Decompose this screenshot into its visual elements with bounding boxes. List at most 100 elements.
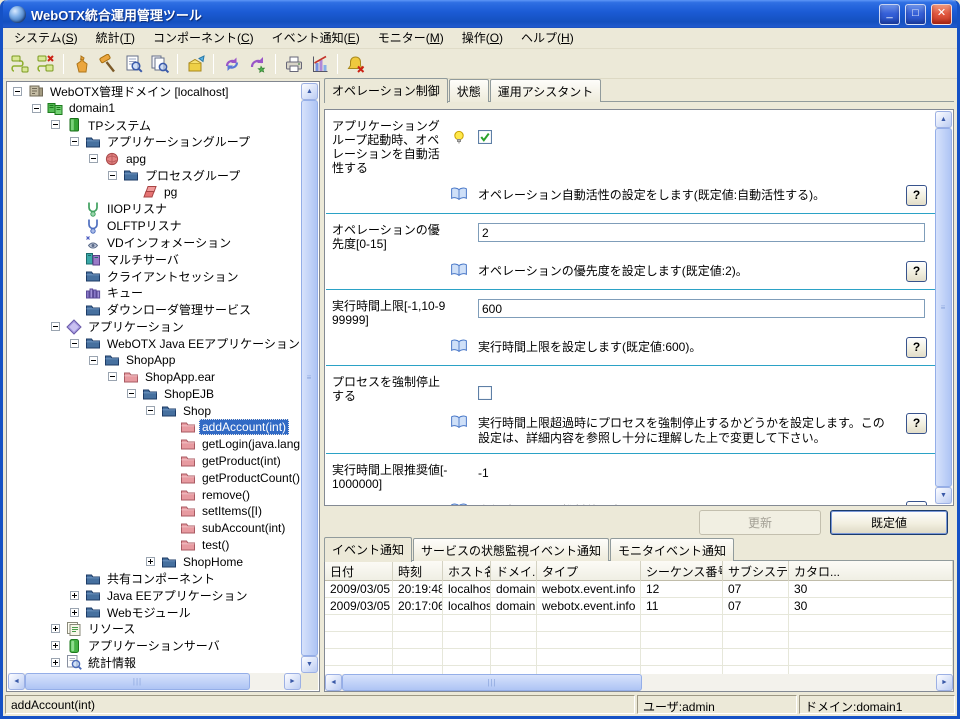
column-header[interactable]: サブシステ... (723, 561, 789, 581)
expand-icon[interactable] (51, 624, 60, 633)
collapse-icon[interactable] (146, 406, 155, 415)
menu-item-o[interactable]: 操作(O) (453, 27, 512, 49)
tree-hscroll-thumb[interactable]: ||| (25, 673, 250, 690)
tree-node-label[interactable]: domain1 (66, 100, 118, 116)
event-row[interactable]: 2009/03/0520:19:48localhostdomain1webotx… (325, 581, 953, 598)
tree-node-label[interactable]: subAccount(int) (199, 520, 288, 536)
tree-node-label[interactable]: ShopApp.ear (142, 369, 218, 385)
scroll-right-icon[interactable]: ► (284, 673, 301, 690)
tree-node[interactable]: VDインフォメーション (8, 234, 301, 251)
tree-vscroll-thumb[interactable]: ≡ (301, 100, 318, 656)
collapse-icon[interactable] (13, 87, 22, 96)
tree-node[interactable]: プロセスグループ (8, 167, 301, 184)
tree-node[interactable]: getProductCount() (8, 469, 301, 486)
help-button[interactable]: ? (906, 501, 927, 505)
tree-node-label[interactable]: 統計情報 (85, 653, 139, 672)
menu-item-s[interactable]: システム(S) (5, 27, 87, 49)
scroll-down-icon[interactable]: ▼ (935, 487, 952, 504)
collapse-icon[interactable] (108, 372, 117, 381)
collapse-icon[interactable] (51, 120, 60, 129)
tree-node-label[interactable]: ShopEJB (161, 386, 217, 402)
tree-node[interactable]: WebOTX Java EEアプリケーション (8, 335, 301, 352)
tree-node[interactable]: ダウンローダ管理サービス (8, 301, 301, 318)
tree-node-label[interactable]: ShopApp (123, 352, 178, 368)
printer-button[interactable] (281, 51, 306, 76)
tree-node[interactable]: getProduct(int) (8, 453, 301, 470)
tree-node[interactable]: remove() (8, 486, 301, 503)
tree-node[interactable]: 統計情報 (8, 654, 301, 671)
tree-node[interactable]: WebOTX管理ドメイン [localhost] (8, 83, 301, 100)
tree-node[interactable]: 共有コンポーネント (8, 570, 301, 587)
field-input[interactable] (478, 223, 925, 242)
deploy-button[interactable] (69, 51, 94, 76)
collapse-icon[interactable] (89, 356, 98, 365)
tree-node[interactable]: ShopHome (8, 553, 301, 570)
expand-icon[interactable] (51, 641, 60, 650)
form-vertical-scrollbar[interactable]: ▲ ≡ ▼ (935, 111, 952, 504)
event-tab-1[interactable]: サービスの状態監視イベント通知 (413, 538, 609, 561)
tree-node[interactable]: pg (8, 184, 301, 201)
tree-node[interactable]: キュー (8, 285, 301, 302)
maximize-button[interactable]: □ (905, 4, 926, 25)
tree-node[interactable]: マルチサーバ (8, 251, 301, 268)
refresh-new-button[interactable] (245, 51, 270, 76)
tree-node-label[interactable]: addAccount(int) (199, 419, 289, 435)
detail-tab-1[interactable]: 状態 (449, 79, 489, 102)
tree-node-label[interactable]: プロセスグループ (142, 166, 243, 185)
column-header[interactable]: タイプ (537, 561, 641, 581)
scroll-left-icon[interactable]: ◄ (325, 674, 342, 691)
collapse-icon[interactable] (51, 322, 60, 331)
menu-item-h[interactable]: ヘルプ(H) (512, 27, 583, 49)
menu-item-t[interactable]: 統計(T) (87, 27, 144, 49)
tree-node[interactable]: アプリケーション (8, 318, 301, 335)
column-header[interactable]: 時刻 (393, 561, 443, 581)
tree-node[interactable]: リソース (8, 621, 301, 638)
tree-horizontal-scrollbar[interactable]: ◄ ||| ► (8, 673, 301, 690)
collapse-icon[interactable] (127, 389, 136, 398)
help-button[interactable]: ? (906, 185, 927, 206)
menu-item-e[interactable]: イベント通知(E) (263, 27, 369, 49)
tree-node[interactable]: addAccount(int) (8, 419, 301, 436)
refresh-button[interactable] (219, 51, 244, 76)
tree-node[interactable]: アプリケーショングループ (8, 133, 301, 150)
tree-node[interactable]: TPシステム (8, 117, 301, 134)
tree-node-label[interactable]: Shop (180, 403, 214, 419)
connect-button[interactable] (7, 51, 32, 76)
column-header[interactable]: 日付 (325, 561, 393, 581)
column-header[interactable]: カタロ... (789, 561, 953, 581)
tree-node[interactable]: ShopApp.ear (8, 369, 301, 386)
expand-icon[interactable] (146, 557, 155, 566)
scroll-down-icon[interactable]: ▼ (301, 656, 318, 673)
tree-node-label[interactable]: ShopHome (180, 554, 246, 570)
event-row[interactable]: 2009/03/0520:17:06localhostdomain1webotx… (325, 598, 953, 615)
event-tab-2[interactable]: モニタイベント通知 (610, 538, 734, 561)
expand-icon[interactable] (51, 658, 60, 667)
help-button[interactable]: ? (906, 413, 927, 434)
tree-node[interactable]: Webモジュール (8, 604, 301, 621)
tree-node-label[interactable]: WebOTX Java EEアプリケーション (104, 334, 301, 353)
menu-item-m[interactable]: モニター(M) (369, 27, 453, 49)
tree-node[interactable]: クライアントセッション (8, 268, 301, 285)
field-checkbox[interactable] (478, 386, 492, 400)
scroll-right-icon[interactable]: ► (936, 674, 953, 691)
field-input[interactable] (478, 299, 925, 318)
tree-node[interactable]: test() (8, 537, 301, 554)
detail-tab-2[interactable]: 運用アシスタント (490, 79, 602, 102)
minimize-button[interactable]: _ (879, 4, 900, 25)
view-docs-button[interactable] (147, 51, 172, 76)
package-button[interactable] (183, 51, 208, 76)
tree-node-label[interactable]: getProduct(int) (199, 453, 284, 469)
field-checkbox[interactable] (478, 130, 492, 144)
help-button[interactable]: ? (906, 337, 927, 358)
collapse-icon[interactable] (32, 104, 41, 113)
tree-node[interactable]: IIOPリスナ (8, 201, 301, 218)
table-horizontal-scrollbar[interactable]: ◄ ||| ► (325, 674, 953, 691)
tree-node-label[interactable]: getProductCount() (199, 470, 301, 486)
tree-node-label[interactable]: apg (123, 151, 149, 167)
detail-tab-0[interactable]: オペレーション制御 (324, 78, 448, 103)
tree-node-label[interactable]: setItems([I) (199, 503, 265, 519)
chart-button[interactable] (307, 51, 332, 76)
collapse-icon[interactable] (70, 339, 79, 348)
tree-node-label[interactable]: アプリケーショングループ (104, 132, 253, 151)
help-button[interactable]: ? (906, 261, 927, 282)
